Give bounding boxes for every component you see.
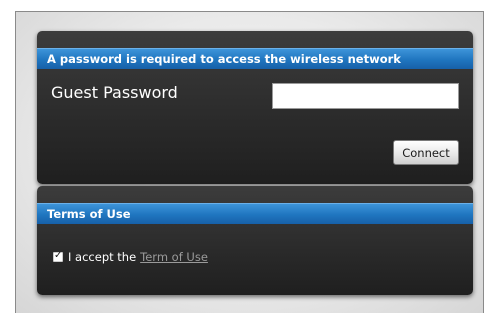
accept-terms-checkbox[interactable]: ✓ (53, 250, 63, 262)
connect-button[interactable]: Connect (393, 140, 459, 165)
accept-terms-row: ✓ I accept the Term of Use (53, 250, 208, 264)
page-frame: A password is required to access the wir… (15, 11, 484, 313)
login-panel-header: A password is required to access the wir… (37, 48, 473, 69)
guest-password-label: Guest Password (51, 83, 178, 102)
terms-of-use-link[interactable]: Term of Use (140, 250, 208, 264)
login-panel: A password is required to access the wir… (37, 31, 473, 184)
checkmark-icon: ✓ (54, 250, 63, 261)
terms-panel: Terms of Use ✓ I accept the Term of Use (37, 186, 473, 295)
accept-terms-text: I accept the (68, 250, 137, 264)
terms-panel-header: Terms of Use (37, 203, 473, 224)
guest-password-input[interactable] (272, 83, 459, 109)
